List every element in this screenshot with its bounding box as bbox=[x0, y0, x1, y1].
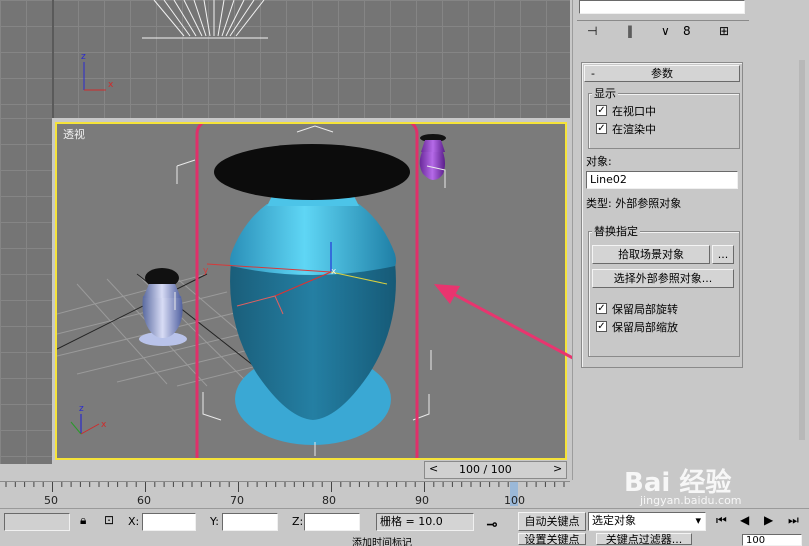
render-checkbox[interactable]: ✓ bbox=[596, 123, 607, 134]
name-field[interactable] bbox=[579, 0, 745, 14]
grid-size-display: 栅格 = 10.0 bbox=[376, 513, 474, 531]
chevron-down-icon: ▾ bbox=[695, 514, 701, 527]
replace-group-title: 替换指定 bbox=[592, 223, 640, 239]
x-coordinate-field[interactable] bbox=[142, 513, 196, 531]
selected-object-dropdown[interactable]: 选定对象 ▾ bbox=[588, 512, 706, 531]
type-text: 类型: 外部参照对象 bbox=[586, 197, 682, 210]
make-unique-icon[interactable]: ∨ bbox=[661, 24, 670, 38]
time-prev-arrow[interactable]: < bbox=[429, 462, 438, 475]
command-panel: ⊣ ‖ ∨ 8 ⊞ - 参数 显示 ✓ 在视口中 ✓ 在渲染中 对象: Line… bbox=[572, 0, 809, 480]
go-to-start-icon[interactable]: ⏮︎ bbox=[716, 513, 727, 528]
render-checkbox-label: 在渲染中 bbox=[612, 123, 656, 136]
display-group-title: 显示 bbox=[592, 85, 618, 101]
select-xref-object-button[interactable]: 选择外部参照对象... bbox=[592, 269, 734, 288]
set-key-button[interactable]: 设置关键点 bbox=[518, 533, 586, 545]
stack-toolbar: ⊣ ‖ ∨ 8 ⊞ bbox=[577, 20, 749, 43]
front-view-lines bbox=[83, 0, 268, 91]
key-filters-button[interactable]: 关键点过滤器... bbox=[596, 533, 692, 545]
axis-x-label: x bbox=[108, 80, 114, 90]
parameters-rollout: - 参数 显示 ✓ 在视口中 ✓ 在渲染中 对象: Line02 类型: 外部参… bbox=[581, 62, 743, 368]
keep-scale-checkbox[interactable]: ✓ bbox=[596, 321, 607, 332]
x-label: X: bbox=[128, 515, 140, 528]
rollout-header[interactable]: - 参数 bbox=[584, 65, 740, 82]
pick-options-button[interactable]: ... bbox=[712, 245, 734, 264]
svg-text:x: x bbox=[331, 267, 337, 277]
auto-key-button[interactable]: 自动关键点 bbox=[518, 512, 586, 531]
tick-70: 70 bbox=[230, 494, 244, 507]
configure-sets-icon[interactable]: ⊞ bbox=[719, 24, 729, 38]
add-time-tag[interactable]: 添加时间标记 bbox=[352, 534, 472, 546]
show-end-result-icon[interactable]: ‖ bbox=[627, 24, 633, 38]
persp-axis-x: x bbox=[101, 420, 107, 430]
keep-rotation-label: 保留局部旋转 bbox=[612, 303, 678, 316]
object-label: 对象: bbox=[586, 155, 612, 168]
status-bar: 🔒︎ ⊡ X: Y: Z: 栅格 = 10.0 ⊸ 自动关键点 选定对象 ▾ 设… bbox=[0, 508, 809, 546]
absolute-mode-icon[interactable]: ⊡ bbox=[104, 513, 114, 527]
key-mode-icon[interactable]: ⊸ bbox=[486, 517, 498, 533]
lock-selection-icon[interactable]: 🔒︎ bbox=[80, 513, 86, 528]
rollout-title: 参数 bbox=[651, 67, 673, 80]
z-coordinate-field[interactable] bbox=[304, 513, 360, 531]
y-coordinate-field[interactable] bbox=[222, 513, 278, 531]
pin-stack-icon[interactable]: ⊣ bbox=[587, 24, 597, 38]
viewport-checkbox-label: 在视口中 bbox=[612, 105, 656, 118]
next-frame-icon[interactable]: ⏭︎ bbox=[788, 513, 799, 528]
axis-z-label: z bbox=[81, 52, 86, 62]
viewport-checkbox[interactable]: ✓ bbox=[596, 105, 607, 116]
track-bar[interactable]: 50 60 70 80 90 100 bbox=[0, 481, 570, 508]
previous-frame-icon[interactable]: ◀︎ bbox=[740, 513, 749, 527]
watermark-url: jingyan.baidu.com bbox=[640, 494, 742, 507]
tick-60: 60 bbox=[137, 494, 151, 507]
tick-90: 90 bbox=[415, 494, 429, 507]
z-label: Z: bbox=[292, 515, 304, 528]
panel-scrollbar[interactable] bbox=[799, 60, 805, 440]
tick-50: 50 bbox=[44, 494, 58, 507]
play-icon[interactable]: ▶︎ bbox=[764, 513, 773, 527]
left-viewport[interactable] bbox=[0, 118, 52, 464]
keep-scale-label: 保留局部缩放 bbox=[612, 321, 678, 334]
status-prompt bbox=[4, 513, 70, 531]
display-group bbox=[588, 93, 740, 149]
y-label: Y: bbox=[210, 515, 219, 528]
tick-80: 80 bbox=[322, 494, 336, 507]
time-slider[interactable]: < 100 / 100 > bbox=[424, 461, 567, 479]
rollout-toggle: - bbox=[591, 67, 595, 80]
top-viewport[interactable]: z x bbox=[0, 0, 570, 118]
persp-axis-z: z bbox=[79, 404, 84, 414]
keep-rotation-checkbox[interactable]: ✓ bbox=[596, 303, 607, 314]
pick-scene-object-button[interactable]: 拾取场景对象 bbox=[592, 245, 710, 264]
selected-object-value: 选定对象 bbox=[592, 514, 636, 527]
track-bar-ticks bbox=[5, 482, 565, 506]
watermark: Bai 经验 jingyan.baidu.com bbox=[624, 456, 804, 508]
front-viewport[interactable]: z x bbox=[52, 0, 572, 118]
current-frame-field[interactable]: 100 bbox=[742, 534, 802, 546]
object-name-field[interactable]: Line02 bbox=[586, 171, 738, 189]
tick-100: 100 bbox=[504, 494, 525, 507]
gizmo-y-label: y bbox=[203, 266, 209, 276]
remove-modifier-icon[interactable]: 8 bbox=[683, 24, 691, 38]
time-next-arrow[interactable]: > bbox=[553, 462, 562, 475]
frame-display: 100 / 100 bbox=[459, 463, 512, 476]
